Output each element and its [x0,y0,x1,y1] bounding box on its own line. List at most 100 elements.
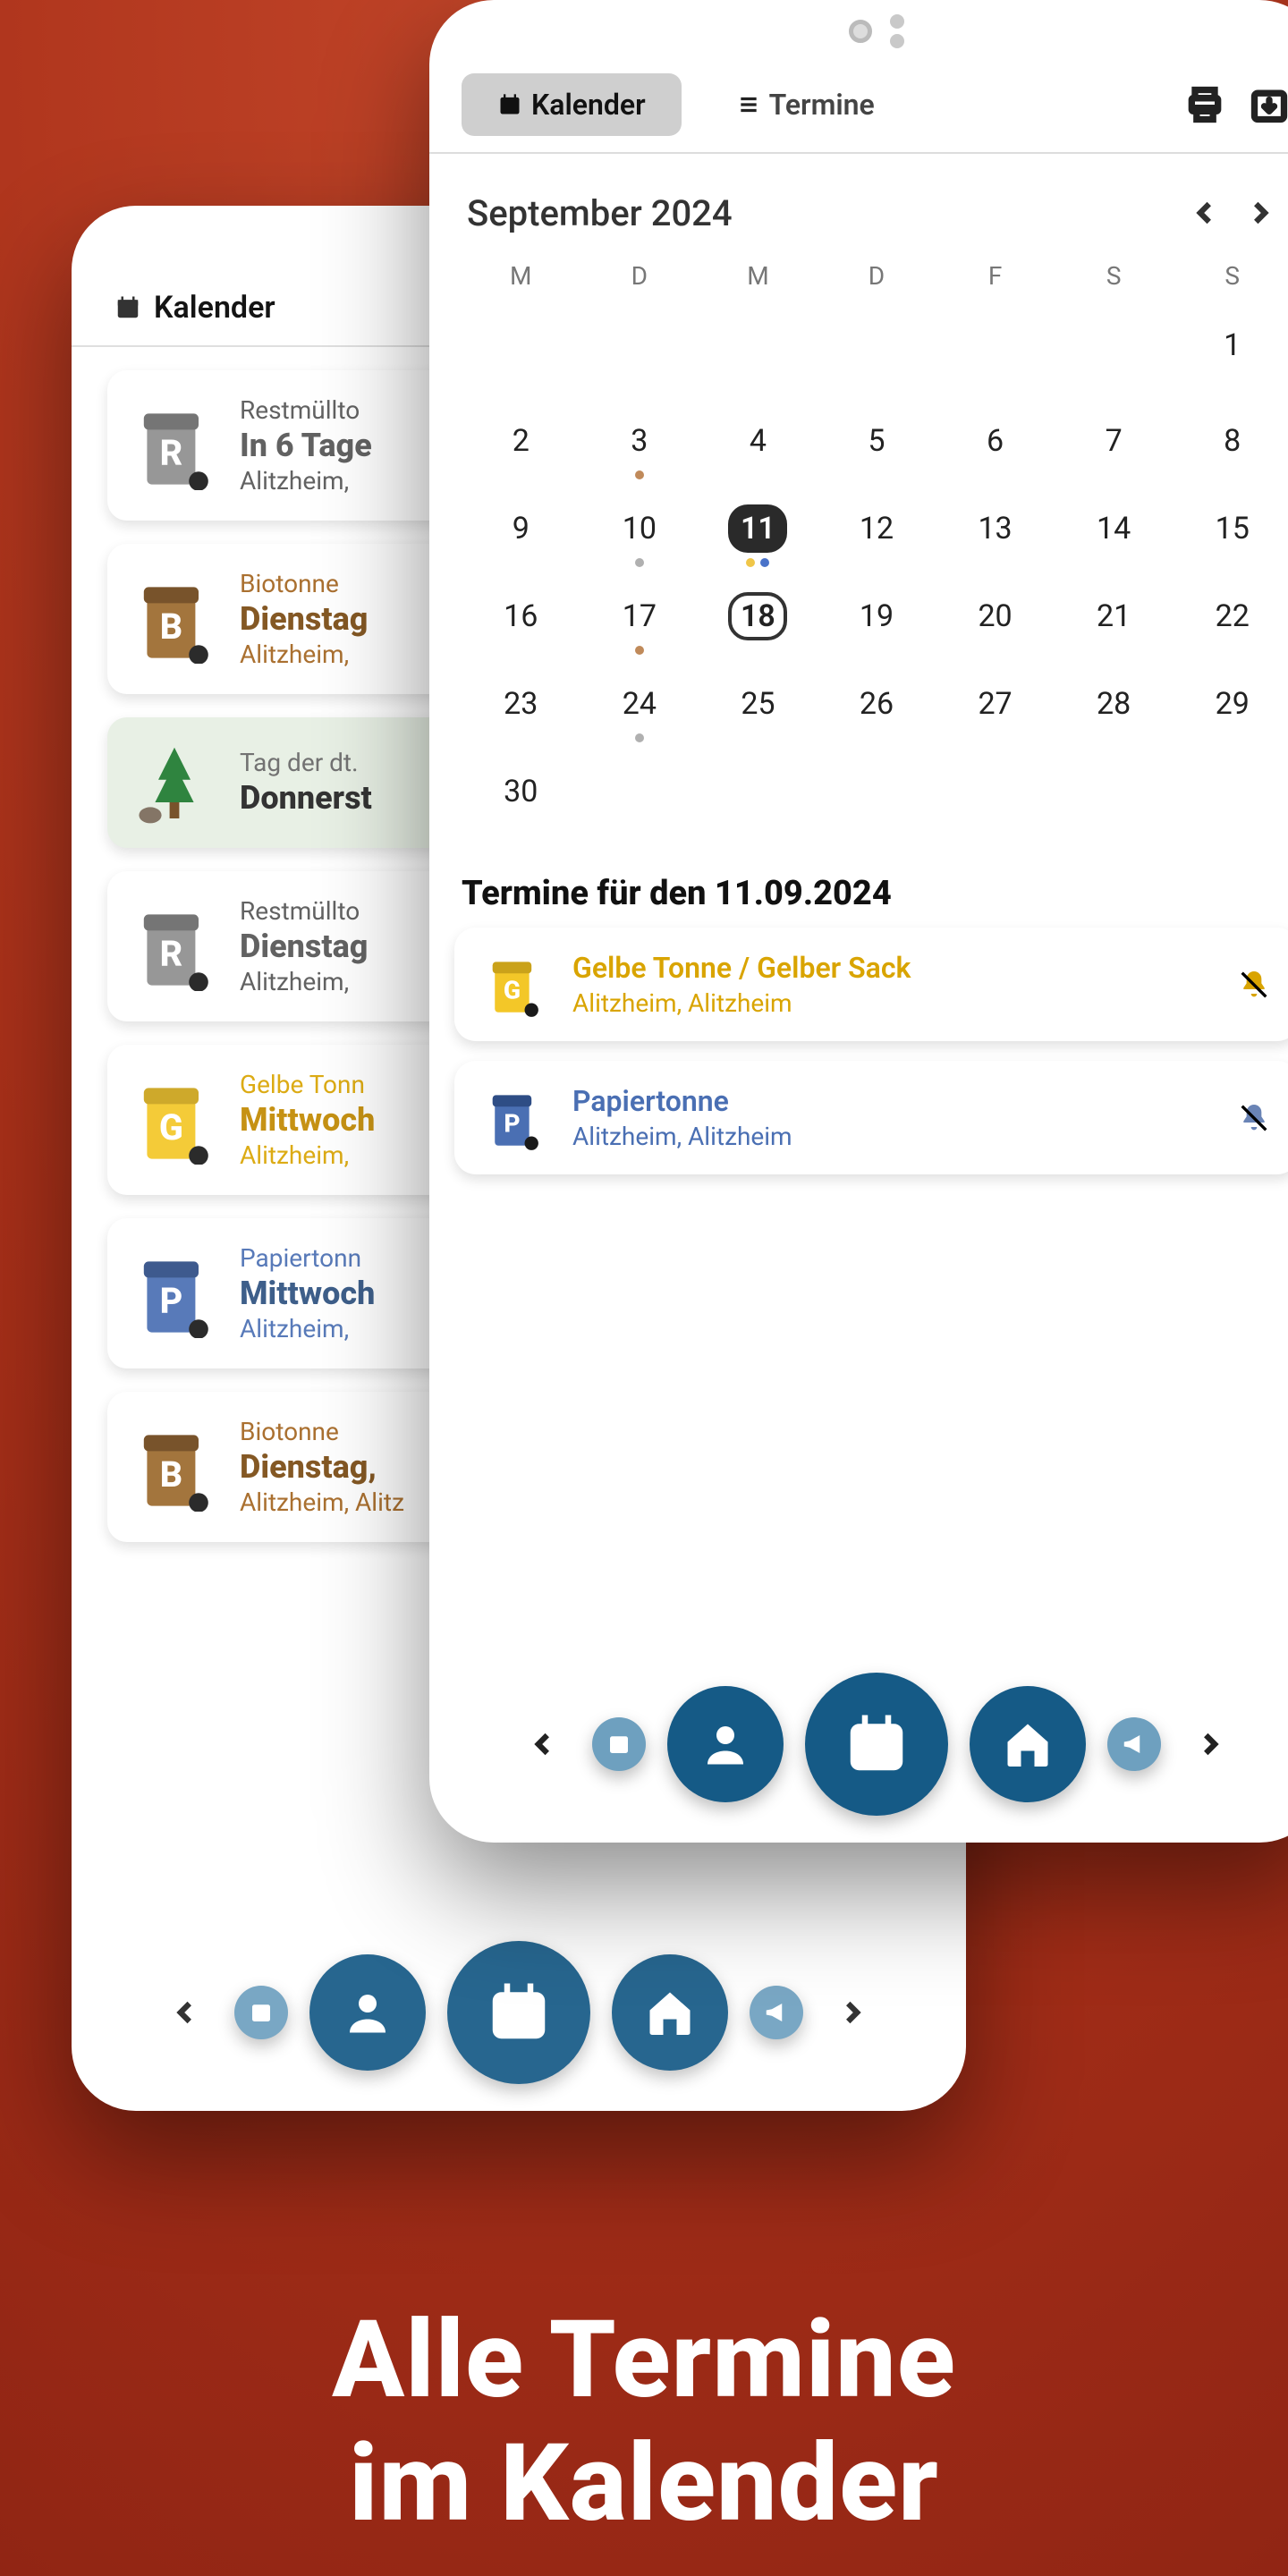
header: Kalender Termine [429,63,1288,154]
calendar-dow: F [936,249,1055,303]
list-item-date: Mittwoch [240,1101,375,1139]
nav-announce-button[interactable] [1107,1717,1161,1771]
bottom-nav [517,1673,1236,1816]
nav-profile-button[interactable] [309,1954,426,2071]
calendar-next-button[interactable] [1233,186,1286,240]
calendar-dow: M [462,249,580,303]
nav-schedule-button[interactable] [234,1986,288,2039]
list-item-type: Biotonne [240,1417,404,1446]
calendar-day[interactable]: 16 [462,574,580,662]
bin-icon: B [134,1427,215,1507]
calendar-day[interactable]: 11 [699,487,818,574]
bottom-nav-wrap [72,1941,966,2084]
list-item-type: Biotonne [240,569,368,598]
nav-schedule-button[interactable] [592,1717,646,1771]
list-item-location: Alitzheim, [240,640,368,669]
list-item-location: Alitzheim, Alitz [240,1487,404,1517]
calendar-day[interactable]: 17 [580,574,699,662]
calendar-day[interactable]: 21 [1055,574,1174,662]
list-item-location: Alitzheim, [240,1140,375,1170]
tab-appointments[interactable]: Termine [701,73,911,136]
list-item-date: In 6 Tage [240,427,372,464]
calendar-day[interactable]: 10 [580,487,699,574]
calendar-day [1055,750,1174,845]
calendar-day [1055,303,1174,399]
nav-next-button[interactable] [825,1986,878,2039]
nav-profile-button[interactable] [667,1686,784,1802]
header-title: Kalender [154,290,275,326]
calendar-day[interactable]: 28 [1055,662,1174,750]
calendar-day[interactable]: 13 [936,487,1055,574]
calendar-day[interactable]: 7 [1055,399,1174,487]
list-item-date: Dienstag [240,600,368,638]
calendar-day[interactable]: 24 [580,662,699,750]
export-button[interactable] [1247,82,1288,127]
calendar-day[interactable]: 15 [1173,487,1288,574]
calendar-day[interactable]: 27 [936,662,1055,750]
promo-page: Kalender R Restmüllto In 6 Tage Alitzhei… [0,0,1288,2576]
svg-text:B: B [160,1453,182,1496]
mute-icon[interactable] [1236,967,1272,1003]
calendar: September 2024 MDMDFSS 12345678910111213… [429,154,1288,851]
event-card[interactable]: P Papiertonne Alitzheim, Alitzheim [454,1061,1288,1174]
list-item-location: Alitzheim, [240,967,368,996]
calendar-day[interactable]: 2 [462,399,580,487]
nav-home-button[interactable] [612,1954,728,2071]
calendar-day[interactable]: 26 [818,662,936,750]
svg-text:B: B [160,606,182,648]
nav-prev-button[interactable] [159,1986,213,2039]
calendar-day[interactable]: 4 [699,399,818,487]
event-title: Gelbe Tonne / Gelber Sack [572,951,1211,985]
calendar-day [699,303,818,399]
event-location: Alitzheim, Alitzheim [572,1122,1211,1151]
list-item-type: Tag der dt. [240,748,372,777]
sensor-bar [429,0,1288,63]
svg-text:R: R [160,933,183,975]
calendar-day[interactable]: 18 [699,574,818,662]
list-item-type: Gelbe Tonn [240,1070,375,1099]
nav-home-button[interactable] [970,1686,1086,1802]
calendar-day[interactable]: 22 [1173,574,1288,662]
calendar-dow: D [580,249,699,303]
list-item-date: Mittwoch [240,1275,375,1312]
calendar-day[interactable]: 29 [1173,662,1288,750]
svg-text:R: R [160,432,183,474]
calendar-prev-button[interactable] [1179,186,1233,240]
calendar-dow-row: MDMDFSS [462,249,1288,303]
nav-prev-button[interactable] [517,1717,571,1771]
mute-icon[interactable] [1236,1100,1272,1136]
nav-next-button[interactable] [1182,1717,1236,1771]
calendar-day[interactable]: 12 [818,487,936,574]
calendar-icon [114,294,141,321]
tab-calendar[interactable]: Kalender [462,73,682,136]
nav-announce-button[interactable] [750,1986,803,2039]
calendar-day[interactable]: 20 [936,574,1055,662]
calendar-day[interactable]: 5 [818,399,936,487]
list-item-type: Restmüllto [240,395,372,425]
calendar-download-icon [1250,85,1288,124]
calendar-day[interactable]: 25 [699,662,818,750]
nav-calendar-button[interactable] [805,1673,948,1816]
calendar-day[interactable]: 6 [936,399,1055,487]
calendar-day[interactable]: 1 [1173,303,1288,399]
calendar-day[interactable]: 30 [462,750,580,845]
bin-icon: B [134,579,215,659]
calendar-day[interactable]: 19 [818,574,936,662]
print-button[interactable] [1182,82,1227,127]
calendar-day[interactable]: 9 [462,487,580,574]
bin-icon: G [481,952,547,1018]
calendar-day[interactable]: 3 [580,399,699,487]
nav-calendar-button[interactable] [447,1941,590,2084]
calendar-day [936,750,1055,845]
list-item-location: Alitzheim, [240,466,372,496]
list-item-date: Dienstag, [240,1448,404,1486]
bin-icon: R [134,405,215,486]
bottom-nav [159,1941,878,2084]
event-card[interactable]: G Gelbe Tonne / Gelber Sack Alitzheim, A… [454,928,1288,1041]
calendar-day[interactable]: 23 [462,662,580,750]
calendar-day[interactable]: 8 [1173,399,1288,487]
calendar-day [936,303,1055,399]
calendar-dow: D [818,249,936,303]
calendar-day[interactable]: 14 [1055,487,1174,574]
calendar-day [580,303,699,399]
